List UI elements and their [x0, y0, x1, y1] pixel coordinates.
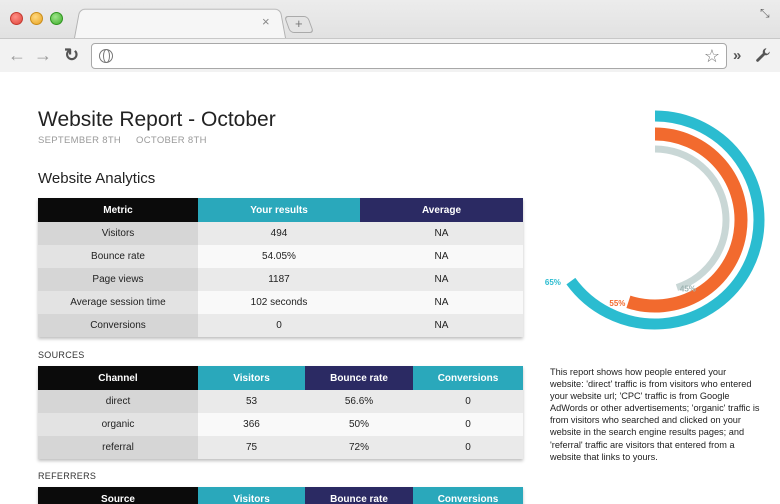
browser-toolbar: ← → ↻ ☆ » [0, 38, 780, 72]
table-cell: 50% [305, 413, 413, 436]
table-cell: 0 [413, 436, 523, 459]
table-row: Conversions 0 NA [38, 314, 523, 337]
table-cell: NA [360, 222, 523, 245]
new-tab-button[interactable]: + [283, 16, 315, 33]
table-header-row: Channel Visitors Bounce rate Conversions [38, 366, 523, 390]
table-cell: 366 [198, 413, 305, 436]
table-row: Page views 1187 NA [38, 268, 523, 291]
table-header-row: Metric Your results Average [38, 198, 523, 222]
resize-icon[interactable]: ⤡ [760, 6, 770, 21]
column-header-source: Source [38, 487, 198, 504]
table-cell: NA [360, 268, 523, 291]
table-cell: 75 [198, 436, 305, 459]
column-header-bounce-rate: Bounce rate [305, 487, 413, 504]
column-header-conversions: Conversions [413, 366, 523, 390]
column-header-average: Average [360, 198, 523, 222]
reload-icon[interactable]: ↻ [64, 46, 79, 64]
tab-close-icon[interactable]: × [262, 15, 270, 29]
table-cell: 56.6% [305, 390, 413, 413]
sources-table: Channel Visitors Bounce rate Conversions… [38, 366, 523, 459]
table-cell: 1187 [198, 268, 360, 291]
table-row: Average session time 102 seconds NA [38, 291, 523, 314]
analytics-table: Metric Your results Average Visitors 494… [38, 198, 523, 337]
table-cell: 494 [198, 222, 360, 245]
plus-icon: + [295, 16, 303, 31]
ring-label-65: 65% [545, 278, 561, 287]
window-close-button[interactable] [10, 12, 23, 25]
table-cell: 0 [413, 413, 523, 436]
table-cell: direct [38, 390, 198, 413]
table-cell: 102 seconds [198, 291, 360, 314]
chevrons-icon[interactable]: » [733, 47, 741, 64]
table-cell: Visitors [38, 222, 198, 245]
referrers-label: REFERRERS [38, 471, 97, 481]
ring-label-55: 55% [609, 299, 625, 308]
date-range: SEPTEMBER 8TH OCTOBER 8TH [38, 135, 219, 146]
wrench-icon[interactable] [755, 47, 771, 68]
table-cell: NA [360, 314, 523, 337]
table-cell: Page views [38, 268, 198, 291]
table-cell: referral [38, 436, 198, 459]
table-row: Bounce rate 54.05% NA [38, 245, 523, 268]
table-cell: Conversions [38, 314, 198, 337]
address-bar[interactable]: ☆ [91, 43, 727, 69]
browser-tab[interactable] [74, 8, 286, 38]
table-cell: 54.05% [198, 245, 360, 268]
radial-progress-chart: 65% 55% 45% [545, 110, 765, 330]
table-cell: NA [360, 245, 523, 268]
ring-label-45: 45% [680, 285, 696, 294]
table-row: referral 75 72% 0 [38, 436, 523, 459]
table-cell: NA [360, 291, 523, 314]
table-header-row: Source Visitors Bounce rate Conversions [38, 487, 523, 504]
table-cell: 0 [413, 390, 523, 413]
date-end: OCTOBER 8TH [136, 135, 207, 146]
table-cell: 53 [198, 390, 305, 413]
column-header-your-results: Your results [198, 198, 360, 222]
arrow-left-icon[interactable]: ← [8, 46, 26, 64]
referrers-table: Source Visitors Bounce rate Conversions [38, 487, 523, 504]
section-title: Website Analytics [38, 170, 156, 187]
column-header-bounce-rate: Bounce rate [305, 366, 413, 390]
table-cell: organic [38, 413, 198, 436]
window-maximize-button[interactable] [50, 12, 63, 25]
table-row: Visitors 494 NA [38, 222, 523, 245]
table-cell: Bounce rate [38, 245, 198, 268]
date-start: SEPTEMBER 8TH [38, 135, 122, 146]
table-cell: 0 [198, 314, 360, 337]
column-header-conversions: Conversions [413, 487, 523, 504]
column-header-channel: Channel [38, 366, 198, 390]
globe-icon [99, 49, 113, 63]
arrow-right-icon[interactable]: → [34, 46, 52, 64]
star-icon[interactable]: ☆ [704, 46, 720, 67]
table-row: direct 53 56.6% 0 [38, 390, 523, 413]
progress-ring-45 [654, 145, 730, 291]
report-description: This report shows how people entered you… [550, 367, 760, 462]
column-header-visitors: Visitors [198, 487, 305, 504]
browser-chrome: × + ⤡ ← → ↻ ☆ » [0, 0, 780, 72]
sources-label: SOURCES [38, 350, 85, 360]
page-title: Website Report - October [38, 108, 276, 131]
table-cell: 72% [305, 436, 413, 459]
column-header-visitors: Visitors [198, 366, 305, 390]
window-minimize-button[interactable] [30, 12, 43, 25]
column-header-metric: Metric [38, 198, 198, 222]
table-cell: Average session time [38, 291, 198, 314]
table-row: organic 366 50% 0 [38, 413, 523, 436]
